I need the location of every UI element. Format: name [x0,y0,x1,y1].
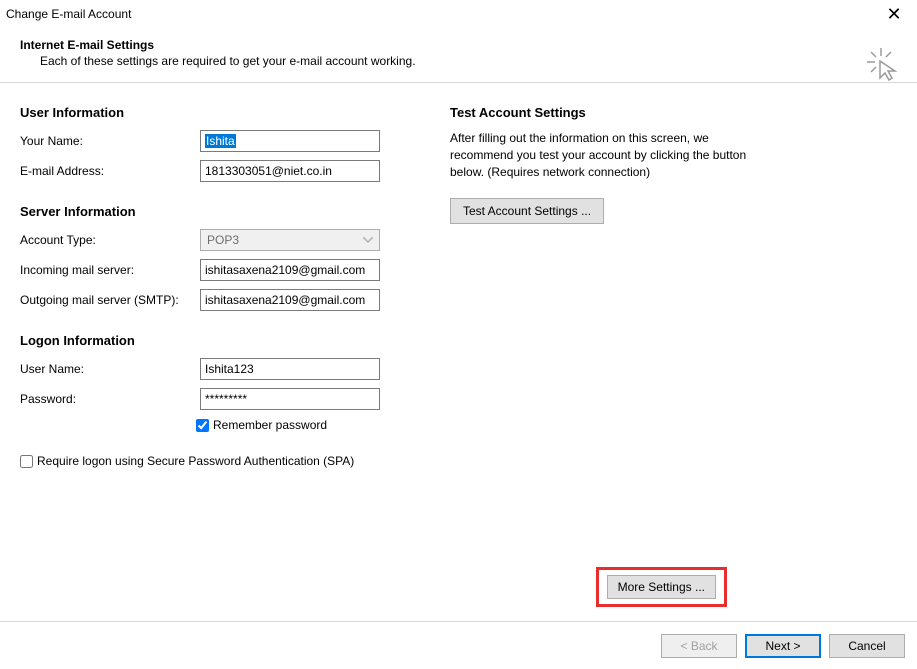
label-incoming: Incoming mail server: [20,263,200,277]
remember-password-input[interactable] [196,419,209,432]
more-settings-button[interactable]: More Settings ... [607,575,716,599]
spa-input[interactable] [20,455,33,468]
back-button: < Back [661,634,737,658]
section-user-info: User Information [20,105,430,120]
cursor-icon [865,46,901,85]
incoming-server-field[interactable] [200,259,380,281]
label-outgoing: Outgoing mail server (SMTP): [20,293,200,307]
test-account-title: Test Account Settings [450,105,880,120]
account-type-dropdown: POP3 [200,229,380,251]
header-subtitle: Each of these settings are required to g… [20,54,897,68]
remember-password-checkbox[interactable]: Remember password [196,418,327,432]
username-field[interactable] [200,358,380,380]
next-button[interactable]: Next > [745,634,821,658]
spa-checkbox[interactable]: Require logon using Secure Password Auth… [20,454,354,468]
test-account-button[interactable]: Test Account Settings ... [450,198,604,224]
label-account-type: Account Type: [20,233,200,247]
password-field[interactable] [200,388,380,410]
titlebar: Change E-mail Account ✕ [0,0,917,28]
section-server-info: Server Information [20,204,430,219]
label-email: E-mail Address: [20,164,200,178]
test-account-description: After filling out the information on thi… [450,130,760,180]
remember-password-label: Remember password [213,418,327,432]
section-logon-info: Logon Information [20,333,430,348]
spa-label: Require logon using Secure Password Auth… [37,454,354,468]
outgoing-server-field[interactable] [200,289,380,311]
label-username: User Name: [20,362,200,376]
cancel-button[interactable]: Cancel [829,634,905,658]
your-name-field[interactable]: Ishita [200,130,380,152]
label-your-name: Your Name: [20,134,200,148]
email-field[interactable] [200,160,380,182]
wizard-header: Internet E-mail Settings Each of these s… [0,28,917,83]
your-name-value: Ishita [205,134,236,148]
chevron-down-icon [359,231,377,249]
label-password: Password: [20,392,200,406]
window-title: Change E-mail Account [6,7,131,21]
more-settings-highlight: More Settings ... [596,567,727,607]
wizard-footer: < Back Next > Cancel [0,621,917,669]
account-type-value: POP3 [207,233,239,247]
close-icon[interactable]: ✕ [879,4,909,25]
header-title: Internet E-mail Settings [20,38,897,52]
